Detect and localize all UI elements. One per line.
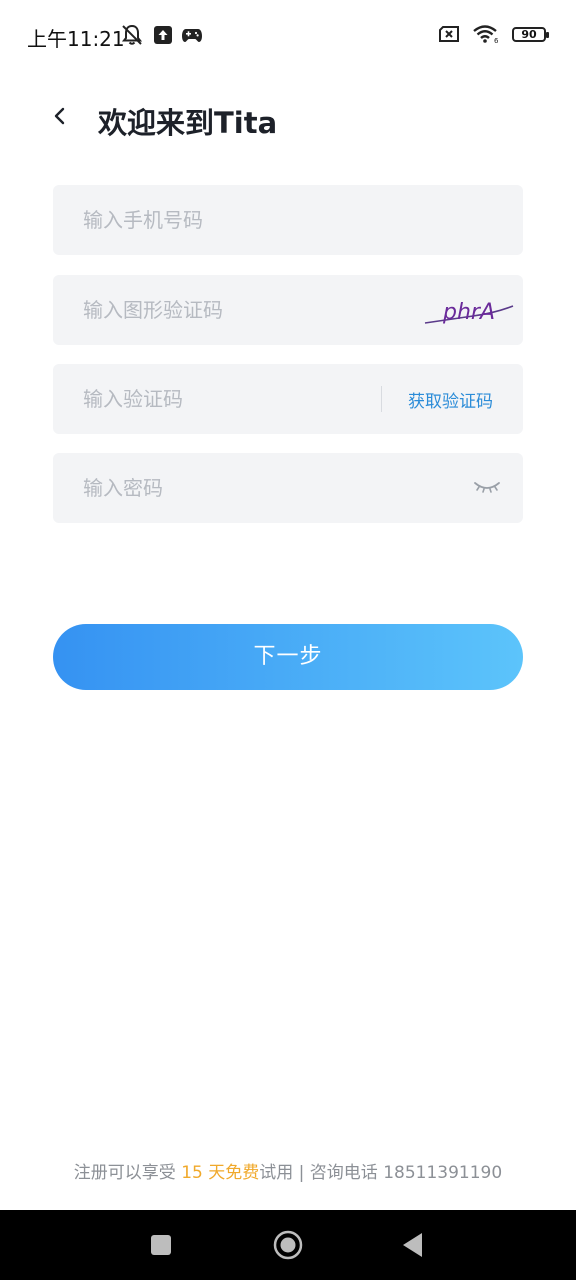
back-button[interactable]: [40, 98, 80, 138]
page-title: 欢迎来到Tita: [98, 106, 278, 140]
sms-code-input[interactable]: [83, 364, 363, 434]
footer-note: 注册可以享受 15 天免费试用 | 咨询电话 18511391190: [0, 1158, 576, 1183]
toggle-password-button[interactable]: [473, 477, 501, 497]
eye-closed-icon: [474, 482, 500, 493]
system-nav-bar: [0, 1210, 576, 1280]
captcha-input[interactable]: [83, 275, 383, 345]
password-input[interactable]: [83, 453, 383, 523]
back-nav-button[interactable]: [382, 1210, 442, 1280]
phone-field: [53, 185, 523, 255]
captcha-text: phrA: [442, 300, 495, 325]
footer-prefix: 注册可以享受: [73, 1163, 176, 1183]
next-button[interactable]: 下一步: [53, 624, 523, 690]
gamepad-icon: [182, 27, 202, 43]
chevron-left-icon: [54, 107, 65, 125]
back-triangle-icon: [403, 1233, 422, 1257]
home-circle-icon: [273, 1230, 303, 1260]
svg-text:6: 6: [494, 37, 499, 44]
captcha-image[interactable]: phrA: [423, 289, 515, 331]
home-button[interactable]: [258, 1210, 318, 1280]
recents-button[interactable]: [131, 1210, 191, 1280]
upload-icon: [154, 26, 172, 44]
get-code-button[interactable]: 获取验证码: [408, 387, 493, 412]
status-bar: 上午11:21 6 90: [0, 0, 576, 72]
field-divider: [381, 386, 382, 412]
header: 欢迎来到Tita: [0, 92, 576, 148]
footer-suffix: 试用 | 咨询电话: [259, 1163, 384, 1183]
free-trial-highlight: 15 天免费: [175, 1163, 260, 1183]
sms-code-field: 获取验证码: [53, 364, 523, 434]
recents-square-icon: [151, 1235, 171, 1255]
sim-error-icon: [438, 26, 460, 42]
password-field: [53, 453, 523, 523]
phone-input[interactable]: [83, 185, 383, 255]
status-right-icons: 6 90: [438, 24, 549, 44]
battery-icon: 90: [512, 26, 549, 42]
contact-phone-link[interactable]: 18511391190: [383, 1163, 502, 1183]
screen: 上午11:21 6 90 欢迎来到Tita 输入手机号码 输入图形验证码 phr…: [0, 0, 576, 1280]
captcha-field: phrA: [53, 275, 523, 345]
notifications-off-icon: [120, 24, 144, 46]
wifi-icon: 6: [472, 24, 500, 44]
status-time: 上午11:21: [27, 27, 125, 51]
status-left-icons: [120, 24, 202, 46]
